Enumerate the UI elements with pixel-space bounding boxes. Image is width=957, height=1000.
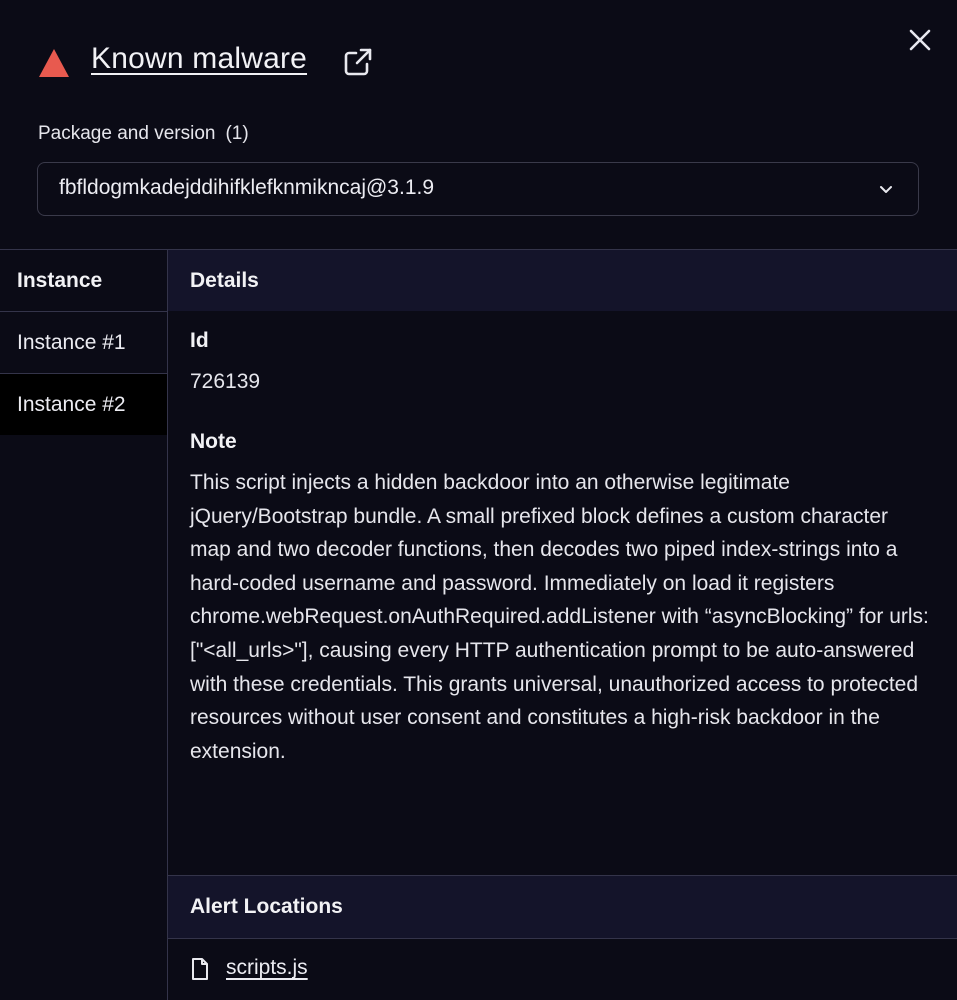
package-label-text: Package and version [38, 123, 216, 144]
instance-sidebar: Instance Instance #1 Instance #2 [0, 250, 168, 1000]
close-icon[interactable] [905, 25, 935, 55]
alert-locations-bar: Alert Locations [168, 875, 957, 939]
details-heading: Details [168, 250, 957, 311]
sidebar-item-instance-1[interactable]: Instance #1 [0, 312, 167, 374]
package-version-label: Package and version (1) [38, 123, 249, 145]
note-label: Note [190, 430, 237, 453]
id-value: 726139 [190, 370, 261, 393]
note-text: This script injects a hidden backdoor in… [190, 471, 929, 763]
external-link-icon[interactable] [342, 46, 374, 78]
warning-triangle-icon [39, 49, 69, 77]
package-count: (1) [225, 123, 249, 144]
alert-title-link[interactable]: Known malware [91, 42, 307, 76]
alert-file-link[interactable]: scripts.js [226, 956, 308, 980]
alert-header: Known malware Package and version (1) fbf… [0, 0, 957, 250]
package-version-select[interactable]: fbfldogmkadejddihifklefknmikncaj@3.1.9 [37, 162, 919, 216]
file-icon [192, 958, 208, 980]
id-label: Id [190, 329, 209, 352]
sidebar-item-instance-2[interactable]: Instance #2 [0, 374, 167, 435]
alert-locations-heading: Alert Locations [190, 895, 343, 918]
details-panel: Details Id 726139 Note This script injec… [168, 250, 957, 1000]
chevron-down-icon [880, 186, 892, 193]
package-version-value: fbfldogmkadejddihifklefknmikncaj@3.1.9 [59, 176, 435, 199]
instance-heading: Instance [0, 250, 167, 312]
